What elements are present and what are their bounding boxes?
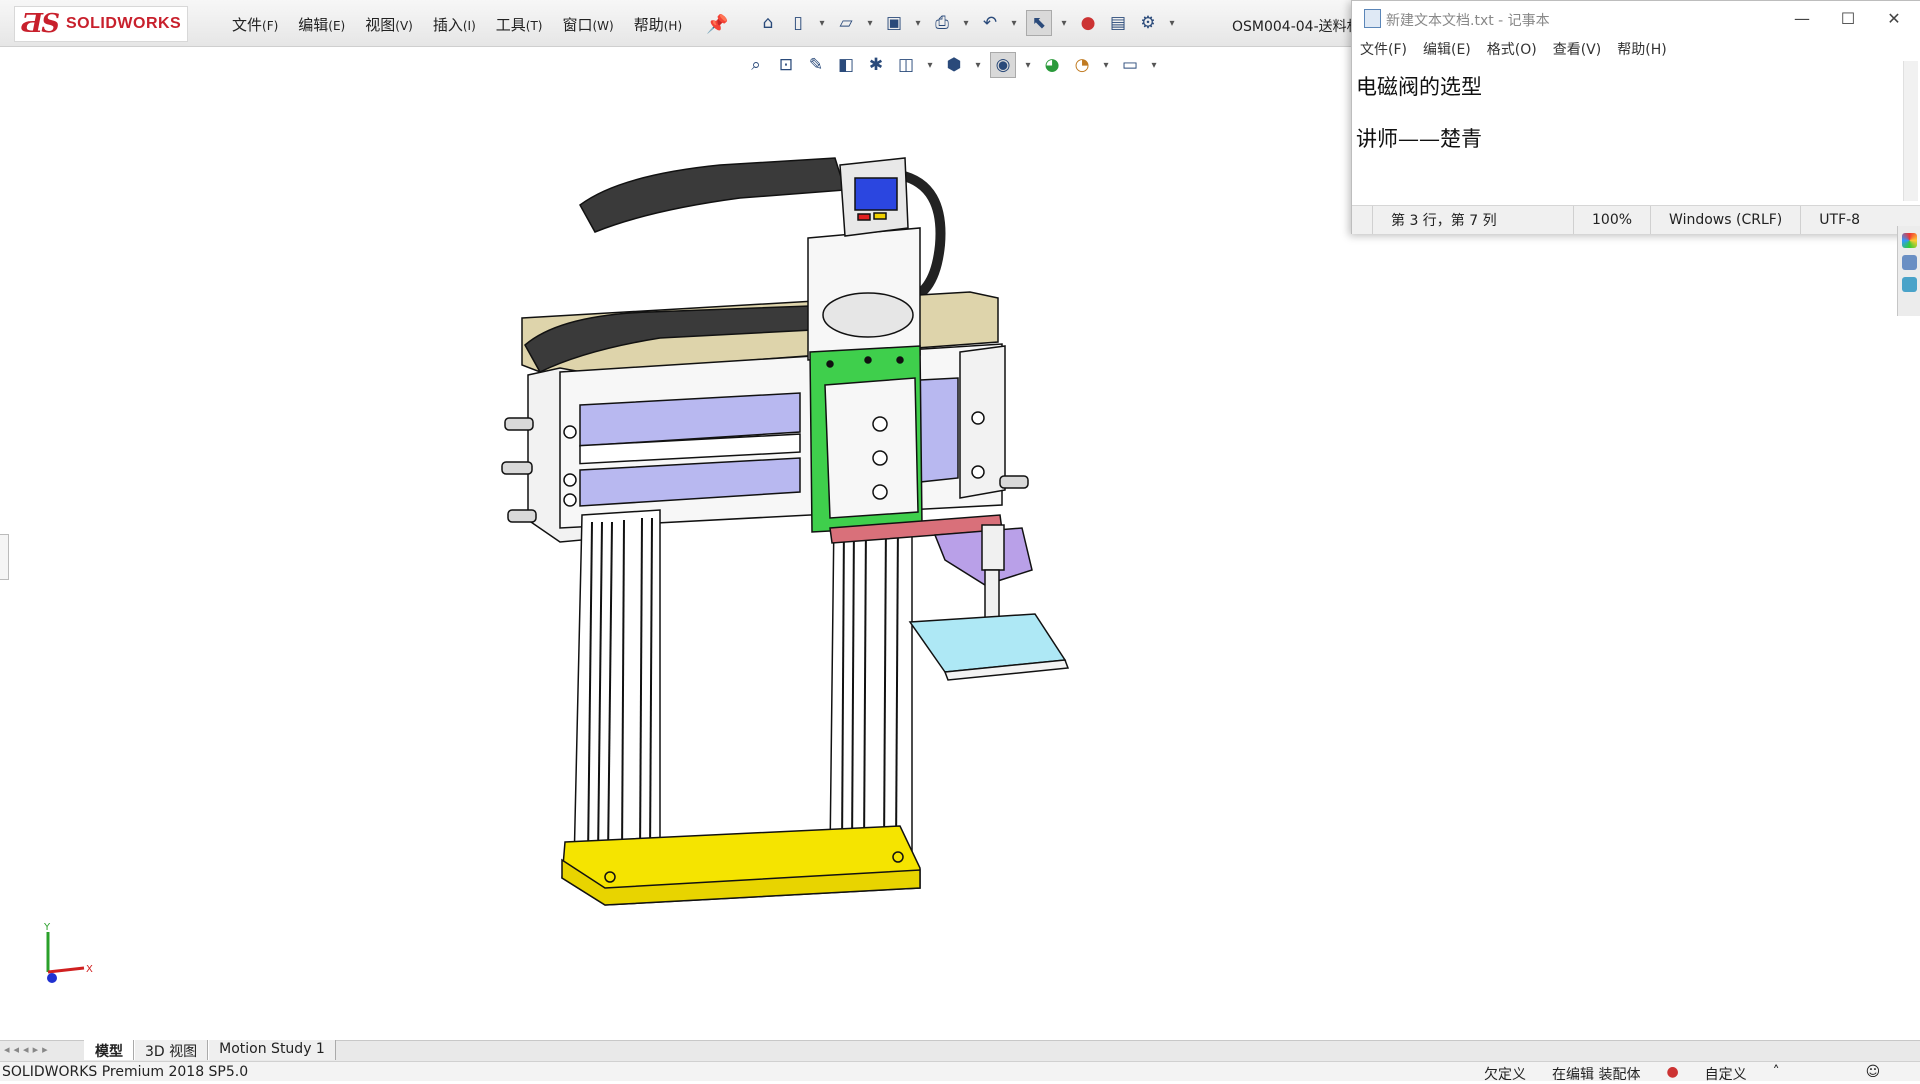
open-folder-icon[interactable]: ▱ <box>834 11 858 35</box>
standard-toolbar: ⌂ ▯ ▾ ▱ ▾ ▣ ▾ ⎙ ▾ ↶ ▾ ⬉ ▾ ● ▤ ⚙ ▾ <box>756 10 1178 36</box>
ds-logo-icon: ƋS <box>21 9 60 39</box>
cursor-position: 第 3 行，第 7 列 <box>1372 206 1573 234</box>
slide-cylinder <box>824 377 919 519</box>
chevron-down-icon[interactable]: ▾ <box>960 11 972 35</box>
bolt <box>563 425 577 439</box>
file-properties-icon[interactable]: ▤ <box>1106 11 1130 35</box>
status-underdefined: 欠定义 <box>1484 1067 1526 1083</box>
green-bracket-hole <box>896 356 904 364</box>
menu-tools[interactable]: 工具(T) <box>486 12 553 37</box>
chevron-down-icon[interactable]: ▾ <box>816 11 828 35</box>
status-editing-assembly: 在编辑 装配体 <box>1552 1067 1641 1083</box>
notepad-menu-file[interactable]: 文件(F) <box>1352 37 1415 61</box>
solidworks-brand: SOLIDWORKS <box>66 15 182 32</box>
forum-icon[interactable] <box>1902 277 1917 292</box>
tab-3d-view[interactable]: 3D 视图 <box>134 1040 209 1060</box>
base-hole <box>604 871 616 883</box>
document-title: OSM004-04-送料机 <box>1232 19 1361 35</box>
green-bracket-hole <box>864 356 872 364</box>
notepad-line: 电磁阀的选型 <box>1356 75 1482 99</box>
notepad-menu-help[interactable]: 帮助(H) <box>1609 37 1674 61</box>
green-bracket-hole <box>826 360 834 368</box>
help-icon[interactable]: ☺ <box>1866 1064 1881 1084</box>
view-palette-icon[interactable] <box>1902 255 1917 270</box>
bolt <box>971 465 985 479</box>
menu-view[interactable]: 视图(V) <box>355 12 423 37</box>
minimize-icon[interactable]: — <box>1779 1 1825 35</box>
notepad-text-area[interactable]: 电磁阀的选型 讲师——楚青 <box>1356 61 1896 201</box>
chevron-down-icon[interactable]: ▾ <box>864 11 876 35</box>
tab-scroll-arrows-icon[interactable]: ◂◂◂▸▸ <box>4 1043 52 1056</box>
axis-label-y: Y <box>43 922 51 933</box>
solidworks-statusbar: SOLIDWORKS Premium 2018 SP5.0 欠定义 在编辑 装配… <box>0 1061 1920 1084</box>
new-document-icon[interactable]: ▯ <box>786 11 810 35</box>
3d-model-viewport[interactable] <box>0 46 1350 1036</box>
chevron-down-icon[interactable]: ▾ <box>912 11 924 35</box>
sensor-led-yellow <box>873 212 887 220</box>
slide-bolt <box>872 484 888 500</box>
notepad-menu-view[interactable]: 查看(V) <box>1545 37 1610 61</box>
bolt <box>971 411 985 425</box>
maximize-icon[interactable]: ☐ <box>1825 1 1871 35</box>
base-hole <box>892 851 904 863</box>
chevron-down-icon[interactable]: ▾ <box>1058 11 1070 35</box>
solidworks-logo[interactable]: ƋS SOLIDWORKS <box>14 6 188 42</box>
chevron-down-icon[interactable]: ▾ <box>1166 11 1178 35</box>
menu-edit[interactable]: 编辑(E) <box>288 12 355 37</box>
notepad-scrollbar[interactable] <box>1903 61 1918 201</box>
right-air-fitting <box>999 475 1029 489</box>
cable-chain-upper <box>579 157 846 233</box>
feature-manager-collapse-handle[interactable] <box>0 534 9 580</box>
appearances-icon[interactable] <box>1902 233 1917 248</box>
print-icon[interactable]: ⎙ <box>930 11 954 35</box>
bottom-tabs: 模型 3D 视图 Motion Study 1 <box>84 1040 336 1060</box>
tab-model[interactable]: 模型 <box>84 1040 134 1060</box>
notepad-line: 讲师——楚青 <box>1356 127 1482 151</box>
left-column <box>573 509 661 867</box>
chevron-down-icon[interactable]: ▾ <box>1008 11 1020 35</box>
home-icon[interactable]: ⌂ <box>756 11 780 35</box>
undo-icon[interactable]: ↶ <box>978 11 1002 35</box>
notepad-title: 新建文本文档.txt - 记事本 <box>1386 13 1550 29</box>
traffic-light-icon[interactable]: ● <box>1076 11 1100 35</box>
bolt <box>563 473 577 487</box>
notepad-menu-format[interactable]: 格式(O) <box>1479 37 1545 61</box>
save-icon[interactable]: ▣ <box>882 11 906 35</box>
pressure-sensor-screen <box>854 177 898 211</box>
notepad-titlebar[interactable]: 新建文本文档.txt - 记事本 — ☐ ✕ <box>1352 1 1920 35</box>
menu-file[interactable]: 文件(F) <box>222 12 288 37</box>
menu-help[interactable]: 帮助(H) <box>624 12 692 37</box>
chevron-up-icon[interactable]: ˄ <box>1773 1064 1780 1084</box>
encoding: UTF-8 <box>1800 206 1878 234</box>
notepad-menubar: 文件(F) 编辑(E) 格式(O) 查看(V) 帮助(H) <box>1352 37 1675 61</box>
axis-label-x: X <box>86 964 93 975</box>
task-pane <box>1897 226 1920 316</box>
notepad-app-icon <box>1364 9 1381 28</box>
solidworks-menu-list: 文件(F) 编辑(E) 视图(V) 插入(I) 工具(T) 窗口(W) 帮助(H… <box>222 12 692 37</box>
line-ending: Windows (CRLF) <box>1650 206 1800 234</box>
menu-window[interactable]: 窗口(W) <box>552 12 623 37</box>
gear-icon[interactable]: ⚙ <box>1136 11 1160 35</box>
vacuum-fitting <box>981 524 1005 571</box>
notepad-statusbar: 第 3 行，第 7 列 100% Windows (CRLF) UTF-8 <box>1352 205 1920 234</box>
sensor-led-red <box>857 213 871 221</box>
menu-insert[interactable]: 插入(I) <box>423 12 486 37</box>
status-right: 欠定义 在编辑 装配体 ● 自定义 ˄ ☺ <box>1484 1064 1880 1084</box>
rebuild-traffic-icon[interactable]: ● <box>1666 1064 1678 1084</box>
units-custom[interactable]: 自定义 <box>1705 1064 1747 1084</box>
select-cursor-icon[interactable]: ⬉ <box>1026 10 1052 36</box>
slide-bolt <box>872 450 888 466</box>
notepad-window: 新建文本文档.txt - 记事本 — ☐ ✕ 文件(F) 编辑(E) 格式(O)… <box>1351 0 1920 234</box>
pin-icon[interactable]: 📌 <box>706 14 728 35</box>
zoom-level: 100% <box>1573 206 1650 234</box>
coordinate-triad: Y X <box>43 922 93 983</box>
rail-lavender-right <box>919 377 959 483</box>
slide-bolt <box>872 416 888 432</box>
tab-motion-study[interactable]: Motion Study 1 <box>208 1040 336 1060</box>
small-cylinder <box>822 292 914 338</box>
bolt <box>563 493 577 507</box>
version-text: SOLIDWORKS Premium 2018 SP5.0 <box>2 1064 249 1080</box>
close-icon[interactable]: ✕ <box>1871 1 1917 35</box>
notepad-menu-edit[interactable]: 编辑(E) <box>1415 37 1479 61</box>
